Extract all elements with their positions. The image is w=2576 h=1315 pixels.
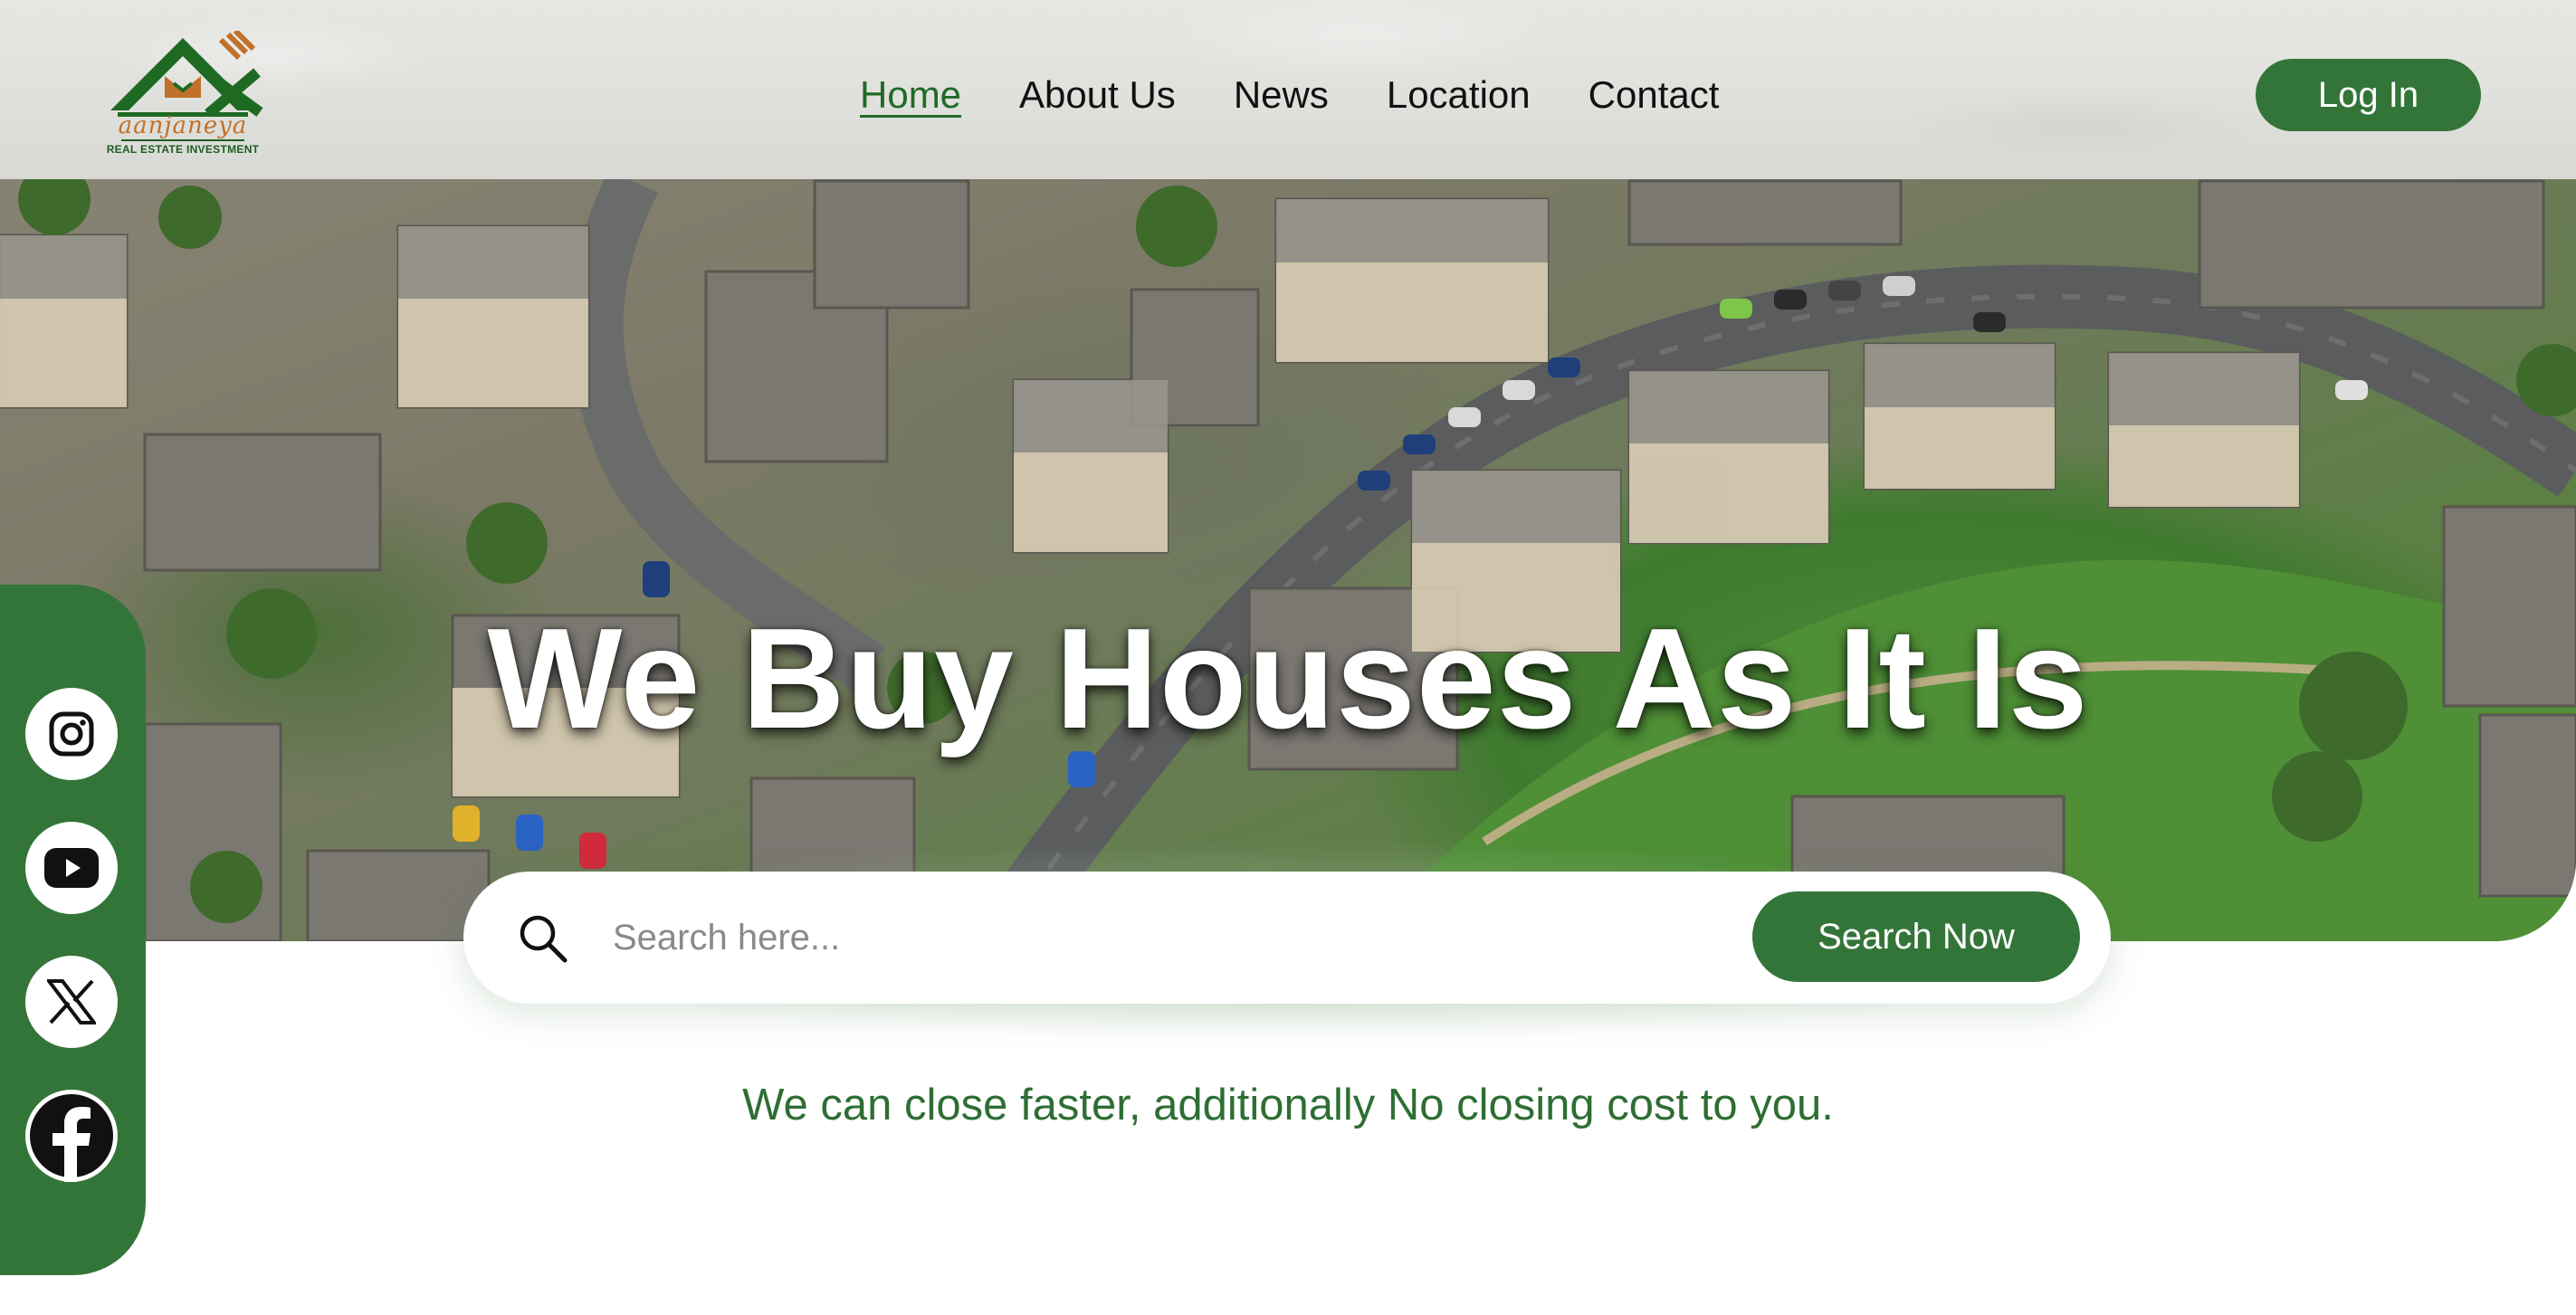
nav-item-about-us[interactable]: About Us <box>1019 71 1176 119</box>
logo-wordmark: aanjaneya <box>118 112 248 139</box>
search-icon <box>520 915 568 963</box>
search-input[interactable] <box>613 906 1654 969</box>
nav-item-news[interactable]: News <box>1234 71 1329 119</box>
nav-item-location[interactable]: Location <box>1387 71 1531 119</box>
brand-logo[interactable]: aanjaneya REAL ESTATE INVESTMENT <box>101 28 264 162</box>
social-sidebar <box>0 585 146 1275</box>
youtube-icon <box>44 848 99 888</box>
hero-headline: We Buy Houses As It Is <box>487 599 2089 758</box>
x-link[interactable] <box>25 956 118 1048</box>
nav-item-home[interactable]: Home <box>860 71 961 119</box>
main-nav: Home About Us News Location Contact <box>860 71 1719 119</box>
instagram-link[interactable] <box>25 688 118 780</box>
facebook-icon <box>30 1094 113 1182</box>
login-button[interactable]: Log In <box>2256 59 2481 131</box>
logo-divider <box>121 139 244 141</box>
logo-house-icon <box>110 28 263 119</box>
youtube-link[interactable] <box>25 822 118 914</box>
logo-tagline: REAL ESTATE INVESTMENT <box>106 143 260 156</box>
facebook-link[interactable] <box>25 1090 118 1182</box>
search-now-button[interactable]: Search Now <box>1752 891 2080 982</box>
search-bar: Search Now <box>463 872 2111 1004</box>
instagram-icon <box>49 711 94 757</box>
hero-tagline: We can close faster, additionally No clo… <box>742 1081 1834 1129</box>
site-header: aanjaneya REAL ESTATE INVESTMENT Home Ab… <box>0 0 2576 179</box>
nav-item-contact[interactable]: Contact <box>1589 71 1720 119</box>
x-icon <box>47 979 96 1024</box>
